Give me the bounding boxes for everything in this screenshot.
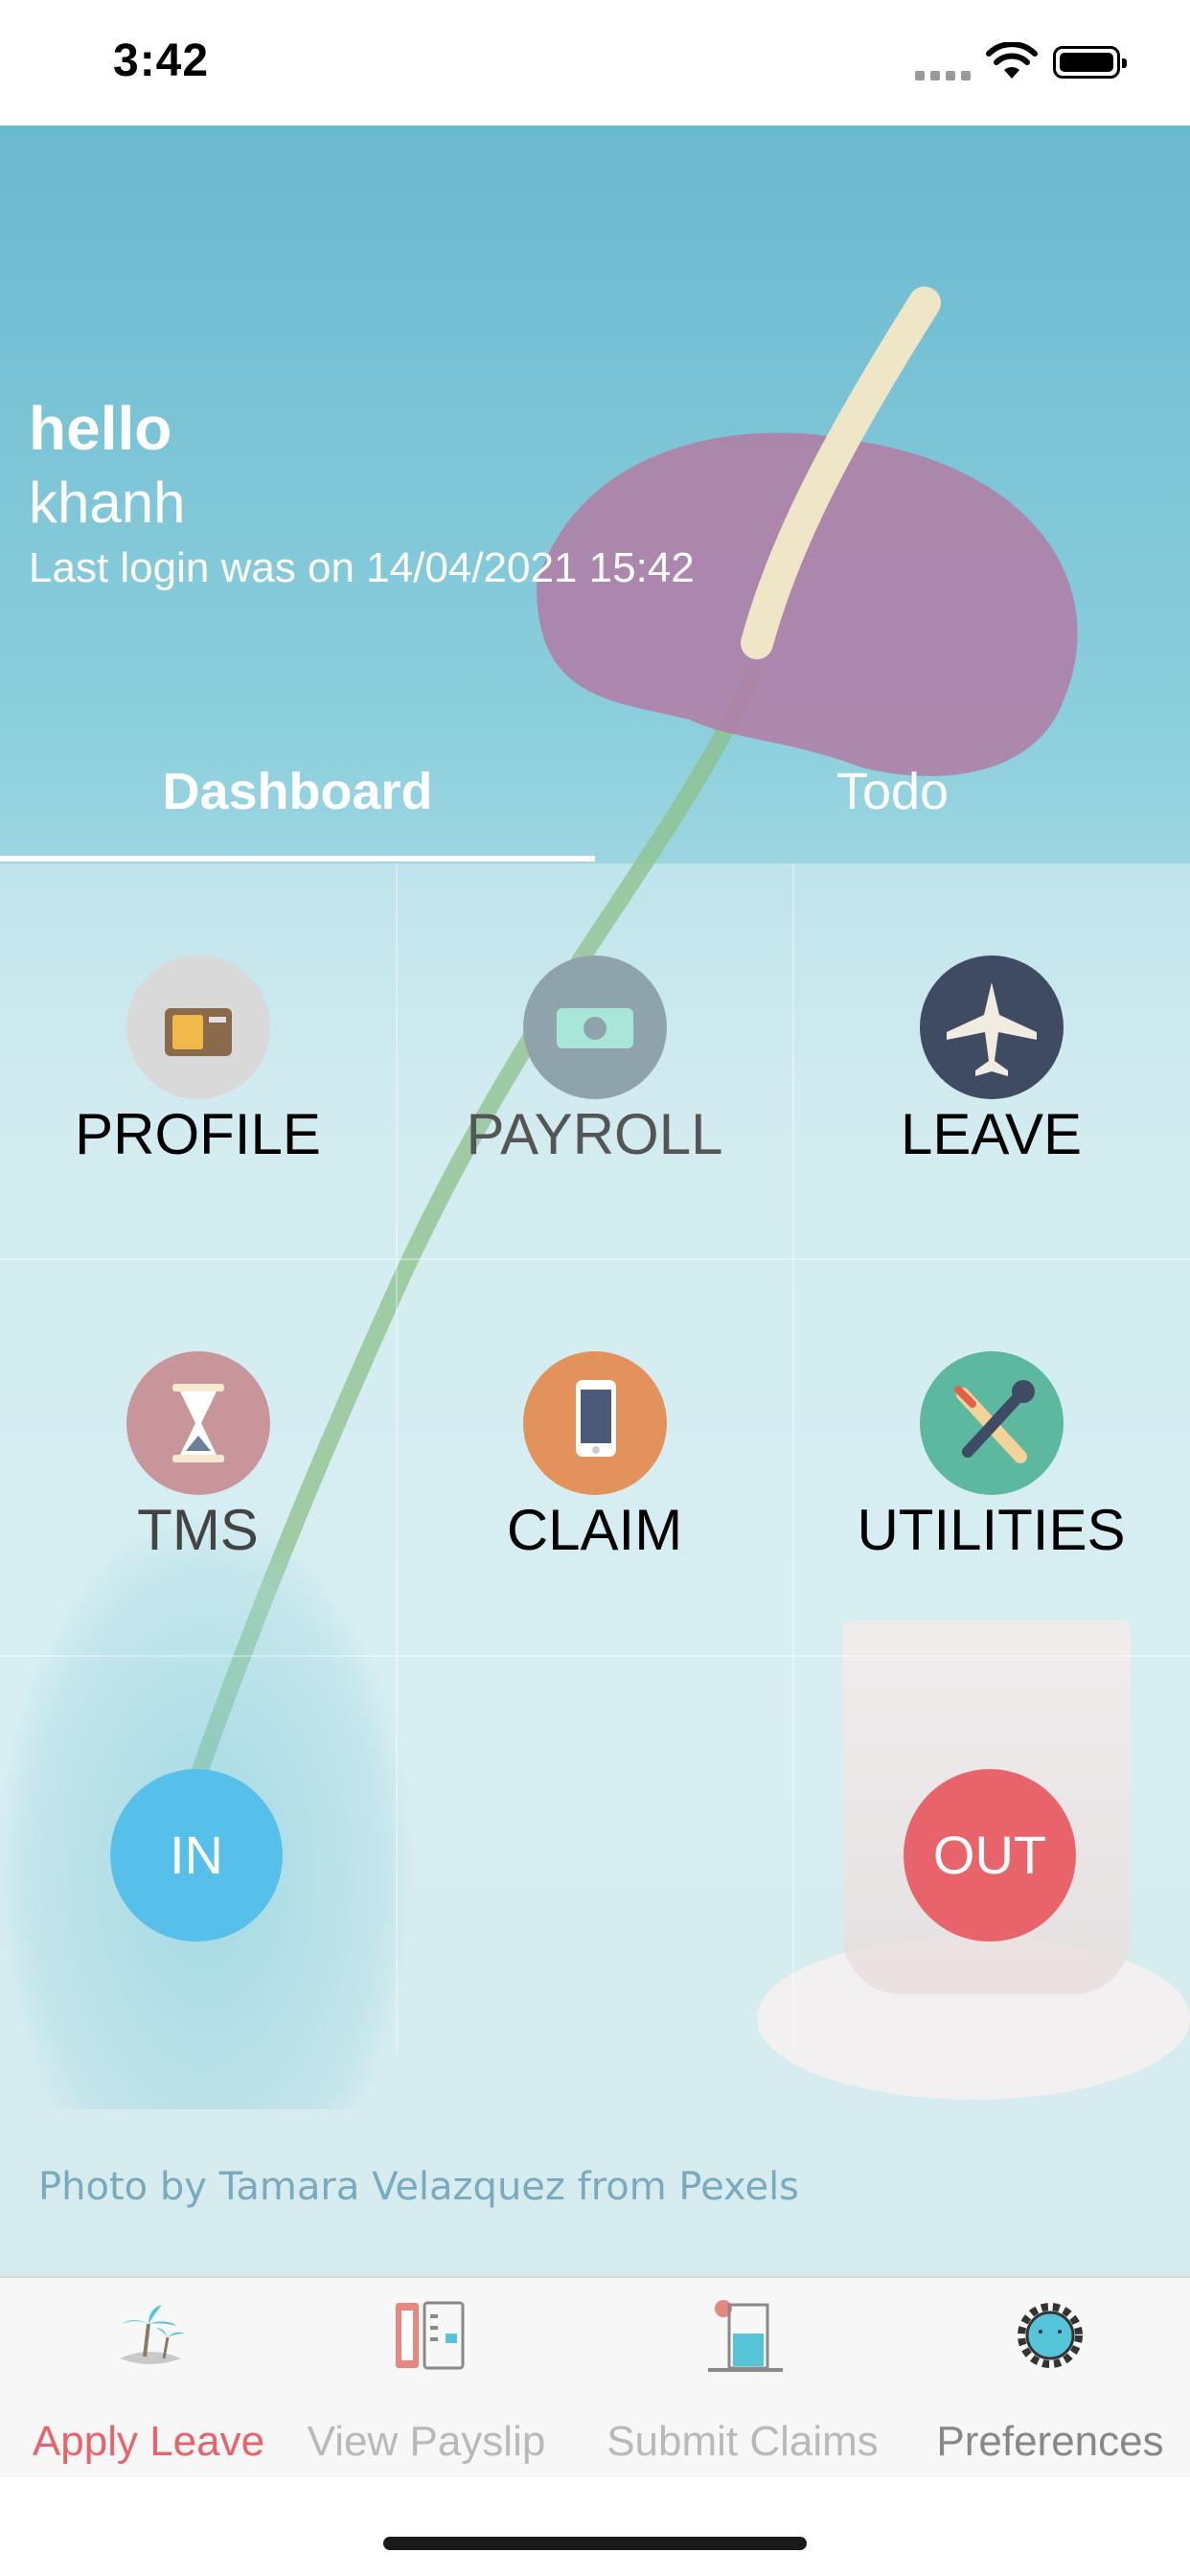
greeting: hello (29, 394, 172, 463)
phone-icon (523, 1351, 667, 1495)
tabbar-submit-claims[interactable]: Submit Claims (594, 2278, 891, 2479)
tile-tms[interactable]: TMS (0, 1259, 396, 1655)
bottom-tab-bar: Apply Leave View Payslip Submit Claims P… (0, 2276, 1190, 2479)
tile-label: PROFILE (75, 1102, 321, 1166)
last-login-text: Last login was on 14/04/2021 15:42 (29, 544, 695, 591)
tabbar-preferences[interactable]: Preferences (910, 2278, 1190, 2479)
id-card-icon (126, 955, 270, 1099)
island-icon (120, 2305, 185, 2364)
tile-claim[interactable]: CLAIM (397, 1259, 792, 1655)
tile-profile[interactable]: PROFILE (0, 863, 396, 1259)
tile-label: UTILITIES (857, 1498, 1126, 1562)
tile-label: CLAIM (506, 1498, 683, 1562)
tile-leave[interactable]: LEAVE (793, 863, 1189, 1259)
battery-icon (1053, 46, 1127, 79)
tabbar-label: Preferences (936, 2418, 1164, 2465)
tile-label: PAYROLL (466, 1102, 723, 1166)
tab-dashboard[interactable]: Dashboard (0, 762, 595, 858)
airplane-icon (920, 955, 1064, 1099)
tile-label: LEAVE (901, 1102, 1082, 1166)
tabbar-label: Submit Claims (606, 2418, 879, 2465)
claims-icon (708, 2300, 783, 2372)
tile-utilities[interactable]: UTILITIES (793, 1259, 1189, 1655)
tab-selected-indicator (0, 856, 595, 862)
tabbar-apply-leave[interactable]: Apply Leave (0, 2278, 297, 2479)
gear-icon (1018, 2303, 1083, 2368)
tile-payroll[interactable]: PAYROLL (397, 863, 792, 1259)
tile-label: TMS (137, 1498, 259, 1562)
clock-out-button[interactable]: OUT (904, 1769, 1076, 1942)
wifi-icon (986, 42, 1038, 79)
hourglass-icon (126, 1351, 270, 1495)
cellular-signal-icon (915, 71, 971, 82)
money-icon (523, 955, 667, 1099)
grid-divider (0, 1655, 1190, 1657)
tab-todo[interactable]: Todo (595, 762, 1190, 858)
tabbar-view-payslip[interactable]: View Payslip (278, 2278, 575, 2479)
home-indicator[interactable] (383, 2537, 807, 2550)
tabbar-label: Apply Leave (32, 2418, 265, 2465)
status-bar: 3:42 (0, 0, 1190, 126)
status-time: 3:42 (113, 35, 210, 86)
username: khanh (29, 471, 186, 535)
photo-credit: Photo by Tamara Velazquez from Pexels (38, 2165, 800, 2209)
payslip-icon (396, 2301, 465, 2370)
tabbar-label: View Payslip (307, 2418, 546, 2465)
tools-icon (920, 1351, 1064, 1495)
clock-in-button[interactable]: IN (110, 1769, 283, 1942)
home-indicator-area (0, 2477, 1190, 2576)
